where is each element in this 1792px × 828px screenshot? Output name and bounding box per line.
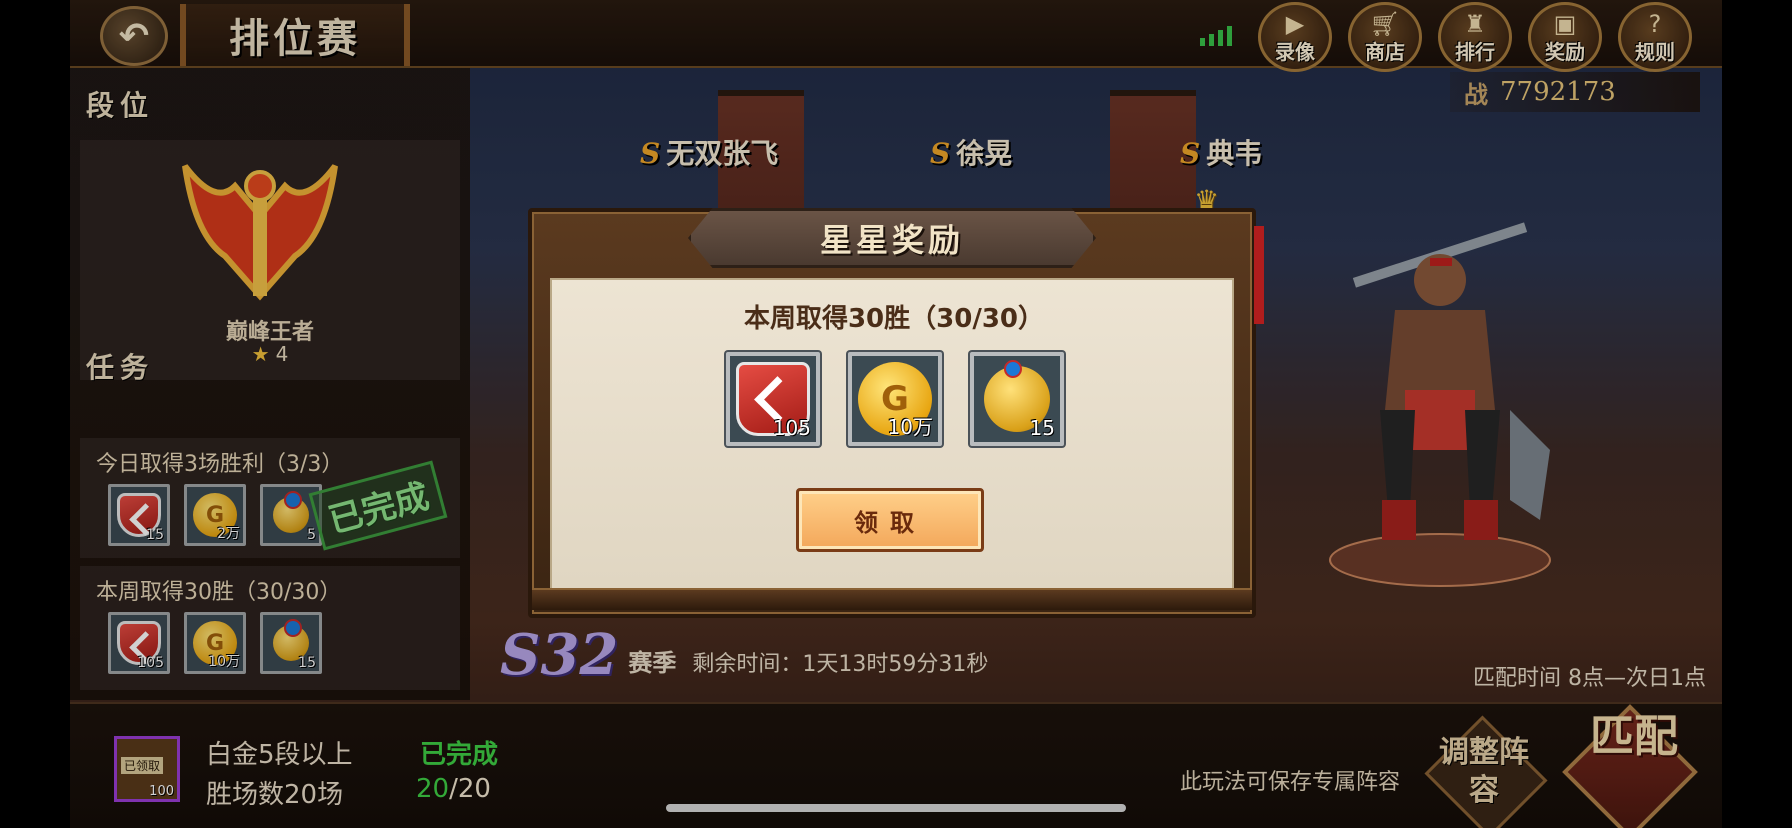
- star-reward-dialog: 星星奖励 本周取得30胜（30/30） 105 G 10万 15 领取: [528, 208, 1264, 618]
- ranked-match-screen: S 无双张飞 S 徐晃 S 典韦 ♛ ↶ 排位赛 ▶ 录像 🛒︎ 商店 ♜ 排行…: [70, 0, 1722, 828]
- letterbox-right: [1722, 0, 1792, 828]
- dialog-reward-count: 15: [1029, 416, 1055, 440]
- tassel-decoration: [1254, 226, 1264, 324]
- dialog-title: 星星奖励: [819, 221, 964, 259]
- dialog-reward-count: 105: [772, 416, 811, 440]
- letterbox-left: [0, 0, 70, 828]
- dialog-rewards: 105 G 10万 15: [726, 352, 1064, 446]
- dialog-body: 本周取得30胜（30/30） 105 G 10万 15 领取: [550, 278, 1234, 590]
- claim-button[interactable]: 领取: [796, 488, 984, 552]
- dialog-reward-coin[interactable]: G 10万: [848, 352, 942, 446]
- dialog-reward-badge[interactable]: 105: [726, 352, 820, 446]
- dialog-reward-count: 10万: [887, 415, 933, 439]
- dialog-reward-medal[interactable]: 15: [970, 352, 1064, 446]
- dialog-subtitle: 本周取得30胜（30/30）: [743, 304, 1045, 334]
- dialog-bottom-bar: [532, 588, 1252, 610]
- dialog-header: 星星奖励: [688, 208, 1096, 268]
